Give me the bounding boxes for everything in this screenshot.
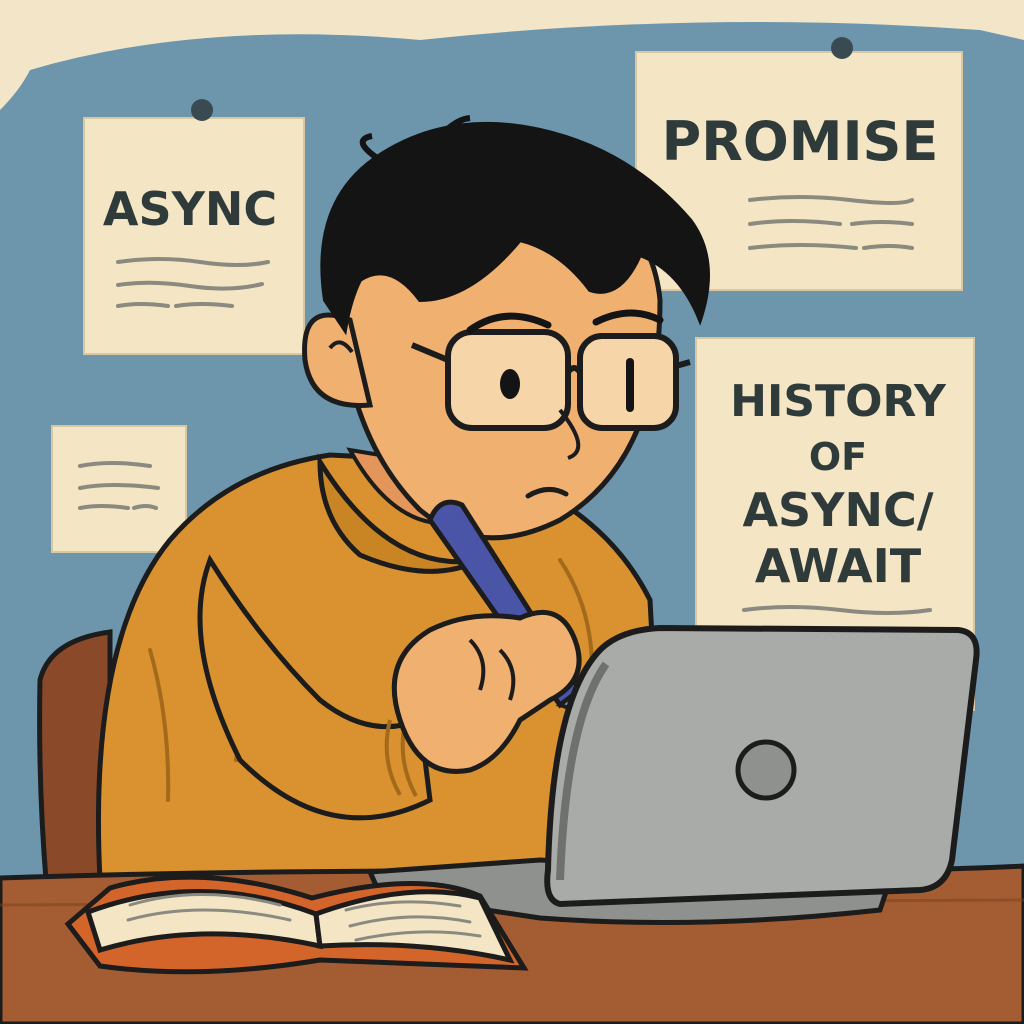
eye-left <box>500 369 520 399</box>
note-async-title: ASYNC <box>103 182 277 236</box>
open-book <box>64 874 529 975</box>
pushpin-icon <box>831 37 853 59</box>
note-history-line-1: HISTORY <box>730 376 947 427</box>
scene-svg: ASYNC PROMISE HISTORY OF ASYNC/ AWAIT <box>0 0 1024 1024</box>
note-small <box>51 425 187 553</box>
note-history-line-4: AWAIT <box>755 539 922 593</box>
note-promise-title: PROMISE <box>662 110 939 173</box>
note-async: ASYNC <box>83 99 305 355</box>
note-history-line-3: ASYNC/ <box>742 483 933 537</box>
pushpin-icon <box>191 99 213 121</box>
laptop-logo-icon <box>735 739 797 801</box>
illustration-scene: ASYNC PROMISE HISTORY OF ASYNC/ AWAIT <box>0 0 1024 1024</box>
glasses <box>410 329 691 431</box>
note-history-line-2: OF <box>809 435 867 479</box>
